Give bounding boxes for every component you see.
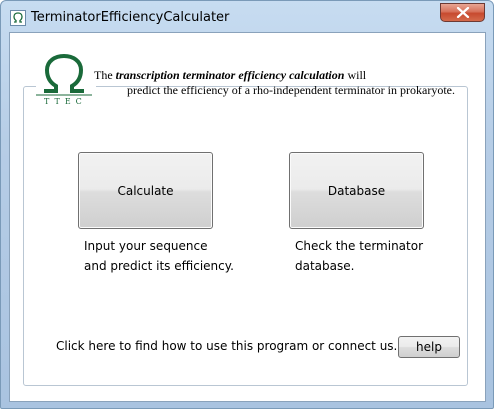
close-button[interactable] [440, 3, 485, 22]
calculate-button-label: Calculate [117, 183, 174, 198]
help-button-label: help [416, 340, 442, 354]
calculate-desc-line-2: and predict its efficiency. [84, 259, 234, 273]
ttec-logo: TTEC [36, 53, 96, 115]
header-line-1: The transcription terminator efficiency … [94, 68, 366, 83]
calculate-description: Input your sequence and predict its effi… [84, 236, 234, 276]
window-title: TerminatorEfficiencyCalculater [31, 10, 230, 25]
title-bar[interactable]: TerminatorEfficiencyCalculater [1, 1, 493, 33]
database-description: Check the terminator database. [295, 236, 423, 276]
logo-text: TTEC [44, 97, 87, 106]
database-button-label: Database [327, 183, 386, 198]
header-prefix: The [94, 68, 113, 82]
database-desc-line-2: database. [295, 259, 355, 273]
calculate-button[interactable]: Calculate [78, 152, 213, 229]
header-suffix: will [347, 68, 367, 82]
database-button[interactable]: Database [289, 152, 424, 229]
help-instructions: Click here to find how to use this progr… [56, 339, 398, 353]
client-area: TTEC The transcription terminator effici… [9, 32, 486, 402]
help-button[interactable]: help [398, 336, 460, 358]
close-icon [456, 7, 470, 18]
database-desc-line-1: Check the terminator [295, 239, 424, 253]
app-window: TerminatorEfficiencyCalculater TTEC The … [0, 0, 494, 409]
header-line-2: predict the efficiency of a rho-independ… [127, 83, 455, 97]
omega-logo-icon [36, 53, 92, 96]
app-omega-icon [10, 10, 26, 26]
header-bold-title: transcription terminator efficiency calc… [115, 68, 345, 82]
calculate-desc-line-1: Input your sequence [84, 239, 208, 253]
